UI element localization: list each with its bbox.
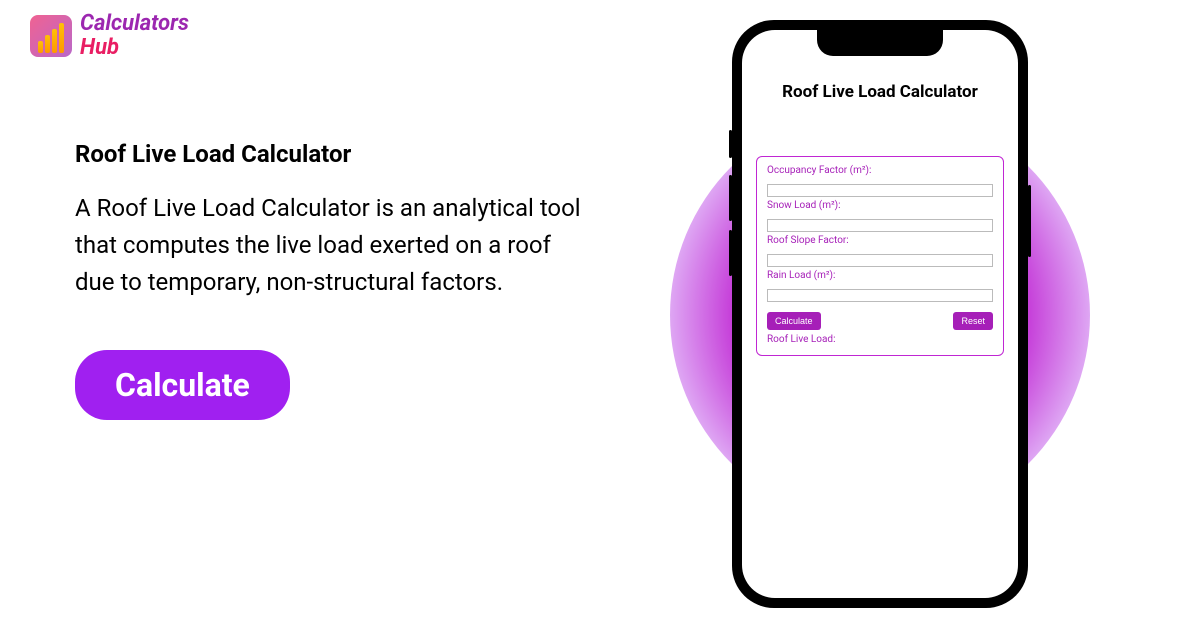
logo-text: Calculators Hub [80, 12, 189, 60]
snow-input[interactable] [767, 219, 993, 232]
phone-notch [817, 30, 943, 56]
phone-side-button [729, 130, 732, 158]
rain-input[interactable] [767, 289, 993, 302]
page-title: Roof Live Load Calculator [75, 140, 585, 168]
logo-text-bottom: Hub [80, 36, 189, 60]
occupancy-label: Occupancy Factor (m²): [767, 165, 993, 176]
phone-side-button [1028, 185, 1031, 257]
calculate-button[interactable]: Calculate [75, 350, 290, 420]
result-label: Roof Live Load: [767, 334, 993, 345]
logo-text-top: Calculators [80, 12, 189, 36]
phone-preview: Roof Live Load Calculator Occupancy Fact… [640, 20, 1120, 610]
slope-input[interactable] [767, 254, 993, 267]
logo[interactable]: Calculators Hub [30, 12, 189, 60]
content-left: Roof Live Load Calculator A Roof Live Lo… [75, 140, 585, 420]
phone-frame: Roof Live Load Calculator Occupancy Fact… [732, 20, 1028, 608]
rain-label: Rain Load (m²): [767, 270, 993, 281]
phone-screen: Roof Live Load Calculator Occupancy Fact… [742, 30, 1018, 598]
phone-side-button [729, 230, 732, 276]
phone-side-button [729, 175, 732, 221]
logo-icon [30, 15, 72, 57]
snow-label: Snow Load (m²): [767, 200, 993, 211]
app-calculate-button[interactable]: Calculate [767, 312, 821, 330]
calculator-form: Occupancy Factor (m²): Snow Load (m²): R… [756, 156, 1004, 356]
app-reset-button[interactable]: Reset [953, 312, 993, 330]
app-title: Roof Live Load Calculator [756, 82, 1004, 102]
app-content: Roof Live Load Calculator Occupancy Fact… [742, 30, 1018, 370]
occupancy-input[interactable] [767, 184, 993, 197]
slope-label: Roof Slope Factor: [767, 235, 993, 246]
page-description: A Roof Live Load Calculator is an analyt… [75, 190, 585, 302]
button-row: Calculate Reset [767, 312, 993, 330]
